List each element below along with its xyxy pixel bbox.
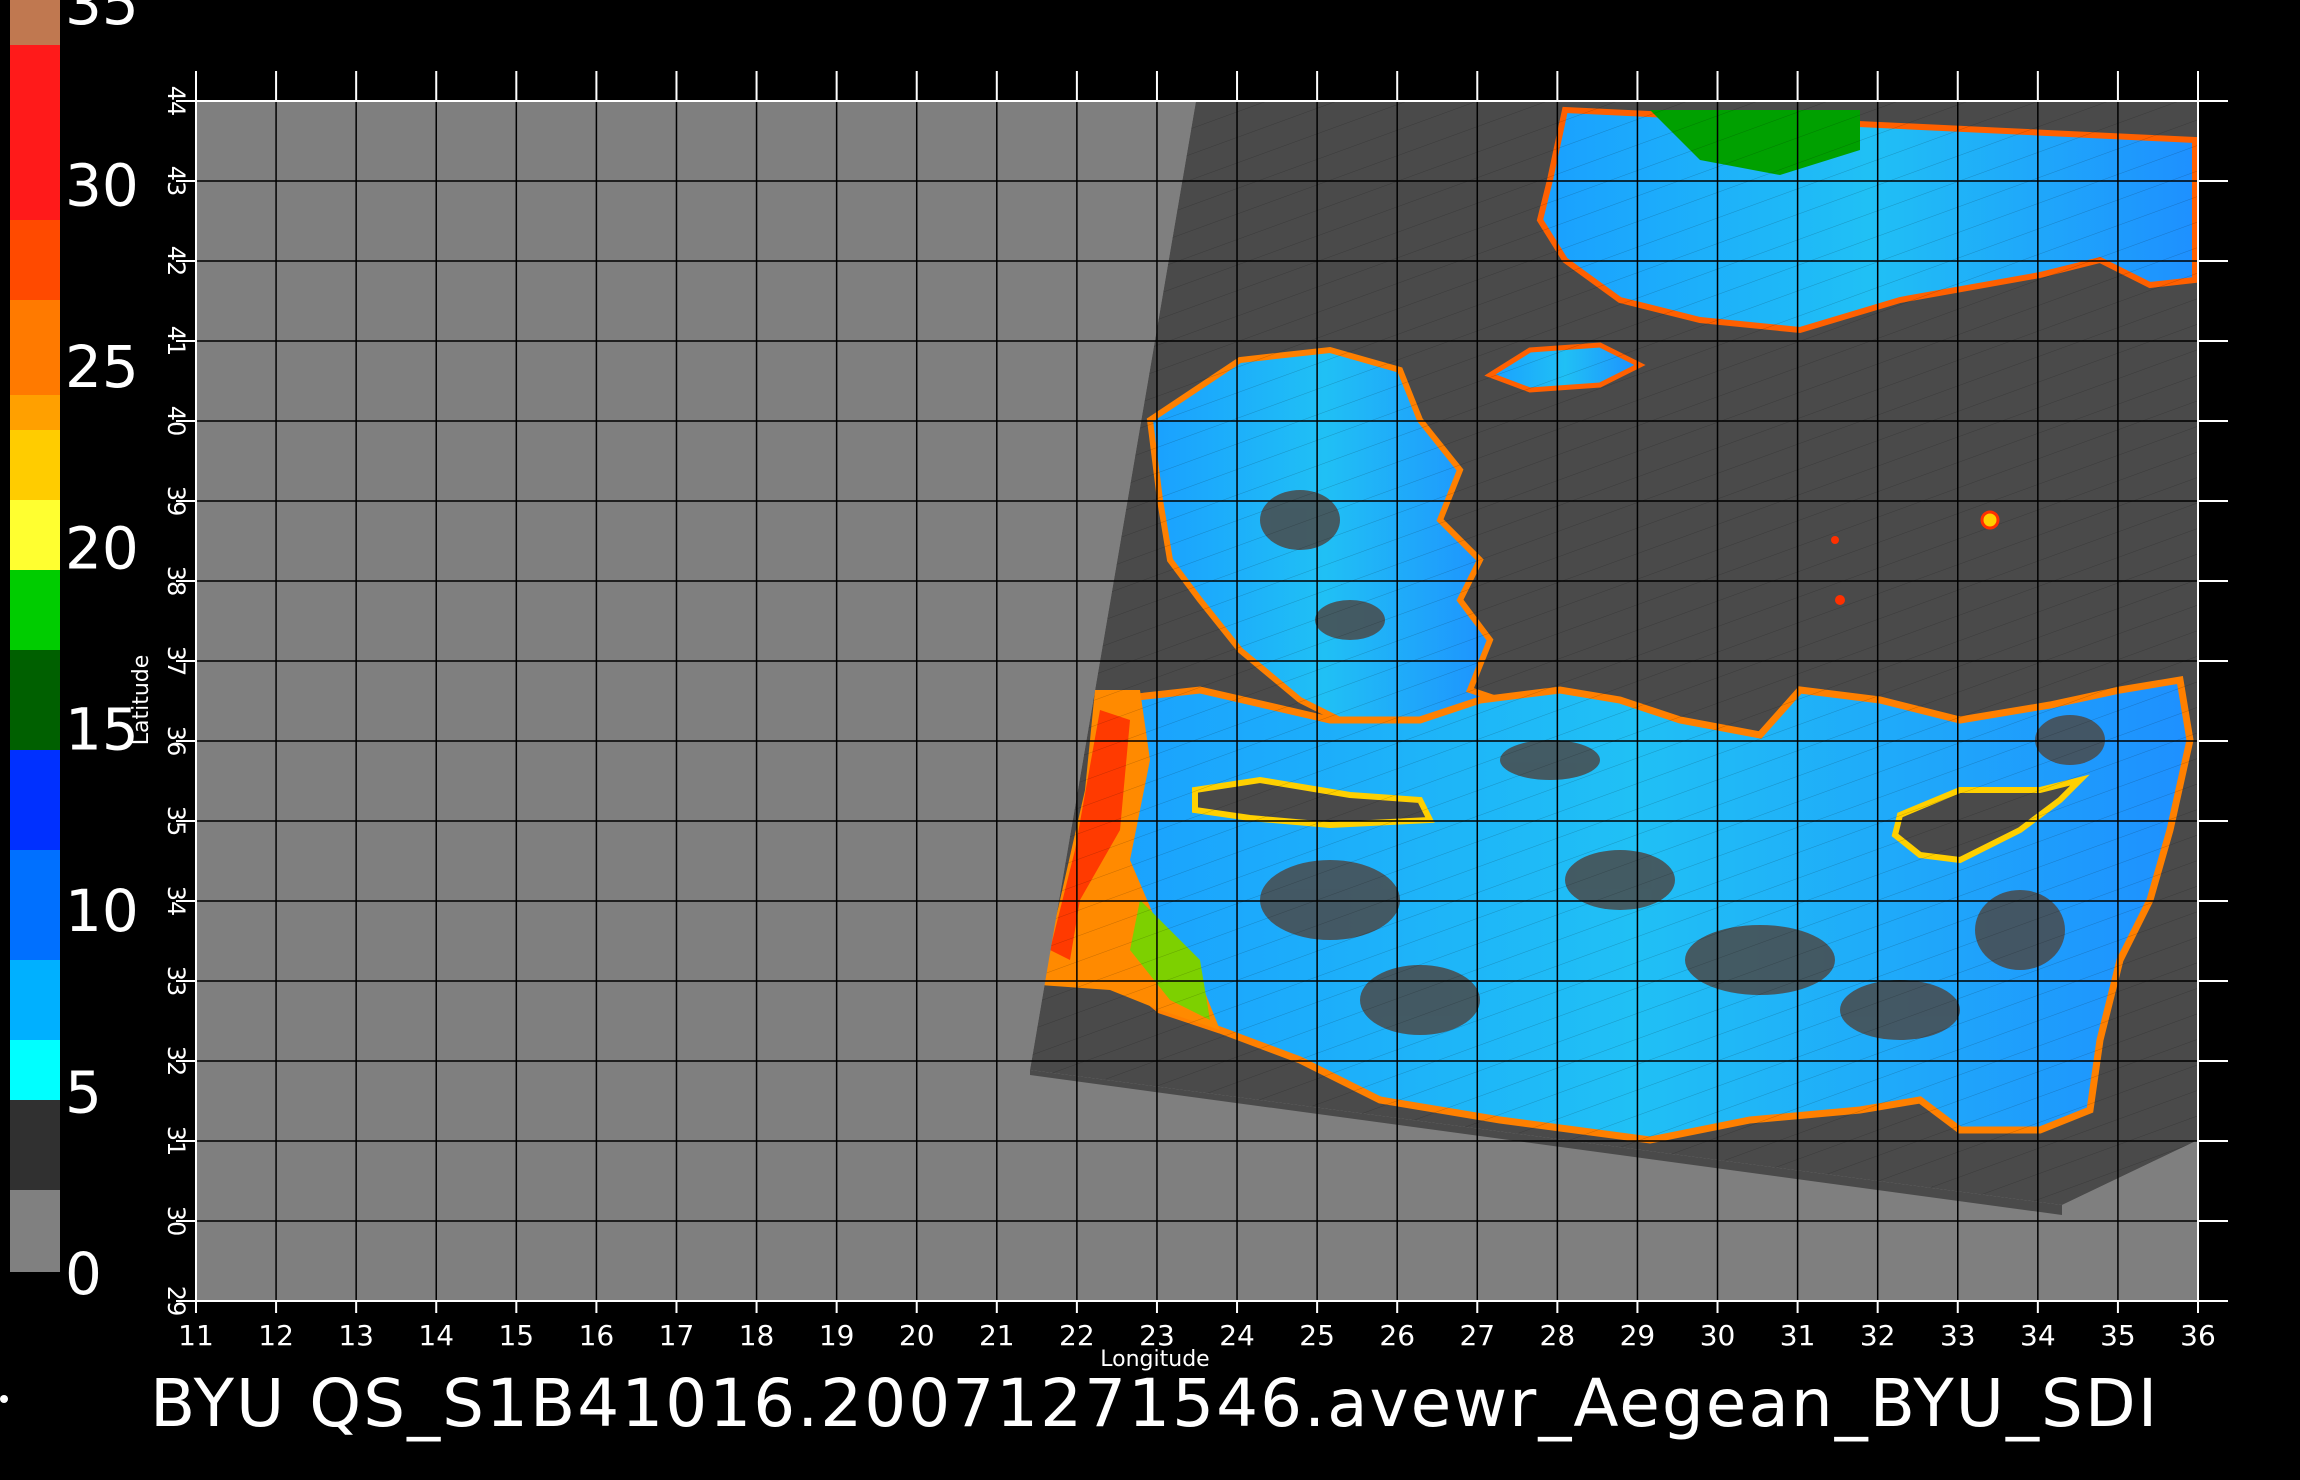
longitude-tick-label: 27 [1459,1319,1495,1352]
longitude-tick-label: 26 [1379,1319,1415,1352]
image-caption: BYU QS_S1B41016.20071271546.avewr_Aegean… [150,1365,2160,1442]
colorbar-segment [10,300,60,395]
colorbar-segment [10,430,60,500]
wind-speed-map: 35 30 25 20 15 10 5 0 11 12 13 14 15 16 17 18 1… [10,0,2228,1372]
longitude-tick-label: 14 [418,1319,454,1352]
latitude-tick-label: 32 [162,1046,190,1077]
colorbar-tick-label: 35 [65,0,139,38]
colorbar-segment [10,500,60,570]
longitude-tick-label: 29 [1620,1319,1656,1352]
colorbar-segment [10,960,60,1040]
sea-wind-field [1030,101,2198,1205]
longitude-tick-label: 16 [579,1319,615,1352]
longitude-tick-label: 28 [1540,1319,1576,1352]
latitude-tick-label: 38 [162,566,190,597]
colorbar-segment [10,1040,60,1100]
colorbar-tick-label: 15 [65,696,139,764]
longitude-tick-label: 12 [258,1319,294,1352]
latitude-tick-label: 40 [162,406,190,437]
colorbar: 35 30 25 20 15 10 5 0 [10,0,139,1308]
colorbar-segment [10,1100,60,1190]
bullet-mark [0,1395,8,1403]
longitude-tick-label: 33 [1940,1319,1976,1352]
colorbar-segment [10,750,60,850]
colorbar-tick-label: 30 [65,151,139,219]
colorbar-tick-label: 20 [65,514,139,582]
colorbar-tick-label: 10 [65,877,139,945]
colorbar-tick-label: 0 [65,1240,102,1308]
longitude-tick-label: 32 [1860,1319,1896,1352]
latitude-tick-label: 43 [162,166,190,197]
colorbar-segment [10,650,60,750]
colorbar-tick-label: 25 [65,333,139,401]
longitude-tick-label: 21 [979,1319,1015,1352]
latitude-tick-label: 33 [162,966,190,997]
longitude-tick-label: 13 [338,1319,374,1352]
longitude-tick-label: 36 [2180,1319,2216,1352]
colorbar-segment [10,850,60,960]
latitude-tick-label: 39 [162,486,190,517]
latitude-tick-label: 42 [162,246,190,277]
longitude-tick-label: 19 [819,1319,855,1352]
colorbar-segment [10,570,60,650]
longitude-tick-label: 34 [2020,1319,2056,1352]
longitude-tick-label: 22 [1059,1319,1095,1352]
colorbar-segment [10,1190,60,1272]
latitude-tick-label: 30 [162,1206,190,1237]
latitude-tick-label: 44 [162,86,190,117]
colorbar-tick-label: 5 [65,1059,102,1127]
latitude-tick-label: 34 [162,886,190,917]
longitude-tick-label: 20 [899,1319,935,1352]
longitude-tick-label: 25 [1299,1319,1335,1352]
longitude-tick-label: 24 [1219,1319,1255,1352]
colorbar-segment [10,395,60,430]
colorbar-segment [10,45,60,220]
longitude-tick-label: 15 [498,1319,534,1352]
colorbar-segment [10,0,60,45]
latitude-tick-label: 31 [162,1126,190,1157]
latitude-tick-label: 37 [162,646,190,677]
longitude-tick-label: 18 [739,1319,775,1352]
latitude-tick-label: 35 [162,806,190,837]
longitude-tick-label: 11 [178,1319,214,1352]
colorbar-segment [10,220,60,300]
longitude-tick-label: 35 [2100,1319,2136,1352]
latitude-tick-label: 36 [162,726,190,757]
longitude-tick-label: 30 [1700,1319,1736,1352]
y-axis-label: Latitude [129,655,154,746]
longitude-tick-label: 17 [659,1319,695,1352]
longitude-tick-label: 31 [1780,1319,1816,1352]
latitude-tick-label: 41 [162,326,190,357]
latitude-tick-label: 29 [162,1286,190,1317]
